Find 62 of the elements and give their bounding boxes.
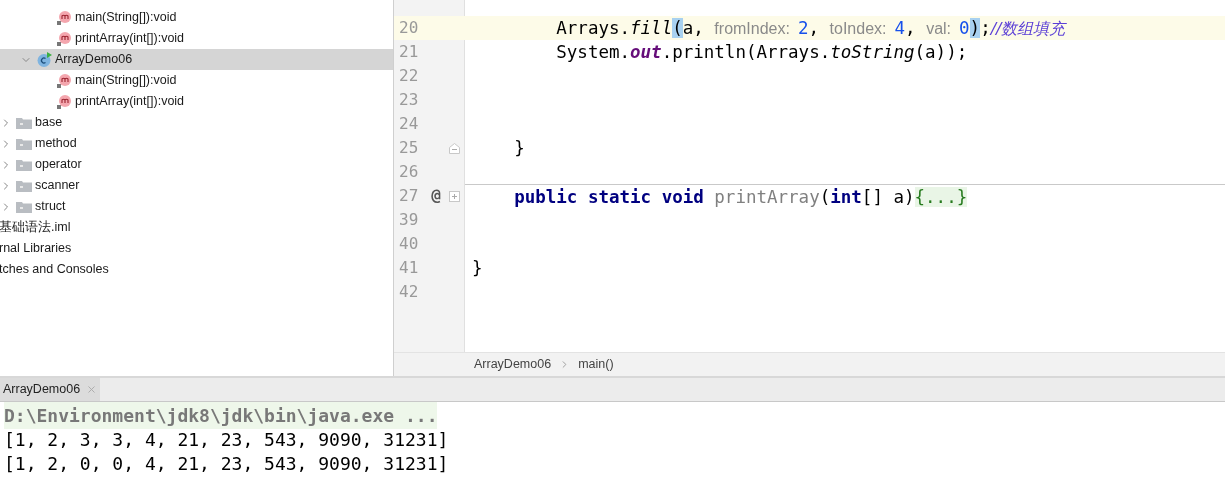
code-line: } (472, 257, 483, 279)
line-number: 27 (399, 185, 420, 207)
tree-item-label: method (35, 135, 77, 153)
breadcrumb-item[interactable]: ArrayDemo06 (474, 355, 552, 374)
line-number: 42 (399, 281, 420, 303)
tree-item[interactable]: 基础语法.iml (0, 217, 393, 238)
line-number: 40 (399, 233, 420, 255)
tree-item[interactable]: tches and Consoles (0, 259, 393, 280)
tree-item-label: operator (35, 156, 82, 174)
folder-icon (16, 157, 32, 172)
tree-item[interactable]: main(String[]):void (0, 7, 393, 28)
run-tab[interactable]: ArrayDemo06 (0, 378, 101, 401)
folder-icon (16, 115, 32, 130)
tree-item-label: 基础语法.iml (0, 219, 71, 237)
class-icon (36, 51, 52, 68)
tree-item[interactable]: main(String[]):void (0, 70, 393, 91)
method-icon (56, 9, 72, 26)
tree-item-label: ArrayDemo06 (55, 51, 133, 69)
folder-icon (16, 178, 32, 193)
line-number: 20 (399, 17, 420, 39)
line-number: 21 (399, 41, 420, 63)
tree-item[interactable]: operator (0, 154, 393, 175)
tree-item-label: rnal Libraries (0, 240, 72, 258)
tree-item-label: printArray(int[]):void (75, 30, 185, 48)
tree-item[interactable]: scanner (0, 175, 393, 196)
code-line: Arrays.fill(a, fromIndex: 2, toIndex: 4, val: 0);//数组填充 (555, 16, 1066, 40)
line-number: 26 (399, 161, 420, 183)
override-marker[interactable]: @ (431, 184, 441, 208)
tree-item-label: printArray(int[]):void (75, 93, 185, 111)
tree-item[interactable]: base (0, 112, 393, 133)
line-number: 39 (399, 209, 420, 231)
line-number: 22 (399, 65, 420, 87)
tree-item[interactable]: struct (0, 196, 393, 217)
tree-item-label: scanner (35, 177, 80, 195)
line-number: 24 (399, 113, 420, 135)
tree-item[interactable]: rnal Libraries (0, 238, 393, 259)
breadcrumb-item[interactable]: main() (578, 355, 614, 374)
line-number: 25 (399, 137, 420, 159)
method-icon (56, 93, 72, 110)
tree-item-label: main(String[]):void (75, 9, 177, 27)
console-line: [1, 2, 0, 0, 4, 21, 23, 543, 9090, 31231] (4, 451, 449, 476)
code-line: public static void printArray(int[] a){...} (513, 185, 968, 208)
tree-item-label: main(String[]):void (75, 72, 177, 90)
tree-item-label: struct (35, 198, 66, 216)
folder-icon (16, 199, 32, 214)
tree-item-label: tches and Consoles (0, 261, 109, 279)
method-icon (56, 30, 72, 47)
fold-collapse-icon[interactable] (448, 142, 460, 154)
fold-expand-icon[interactable] (448, 190, 460, 202)
line-number: 41 (399, 257, 420, 279)
console-line: [1, 2, 3, 3, 4, 21, 23, 543, 9090, 31231] (4, 427, 449, 452)
code-line: } (513, 137, 525, 159)
tree-item[interactable]: printArray(int[]):void (0, 28, 393, 49)
line-number: 23 (399, 89, 420, 111)
tree-item[interactable]: method (0, 133, 393, 154)
method-icon (56, 72, 72, 89)
close-icon[interactable] (86, 384, 98, 395)
tree-item[interactable]: printArray(int[]):void (0, 91, 393, 112)
tree-item[interactable]: ArrayDemo06 (0, 49, 393, 70)
code-line: System.out.println(Arrays.toString(a)); (555, 41, 968, 63)
tree-item-label: base (35, 114, 63, 132)
folder-icon (16, 136, 32, 151)
